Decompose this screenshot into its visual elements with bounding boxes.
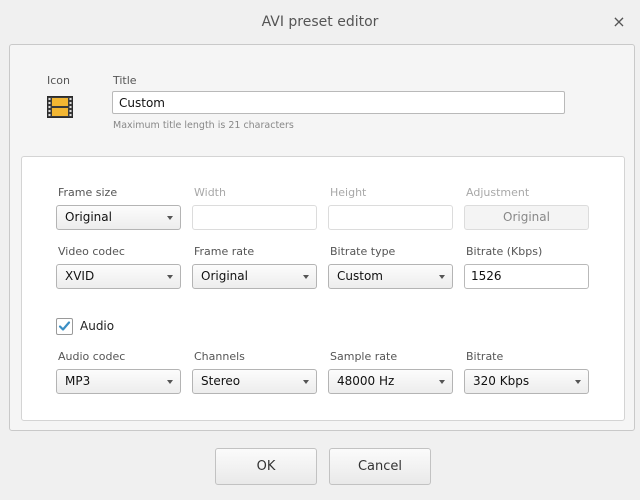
audio-bitrate-value: 320 Kbps xyxy=(473,374,530,388)
video-codec-select[interactable]: XVID xyxy=(56,264,181,289)
chevron-down-icon xyxy=(575,380,581,384)
avi-preset-editor-dialog: AVI preset editor × Icon Title Custom Ma… xyxy=(0,0,640,500)
bitrate-type-label: Bitrate type xyxy=(330,245,396,258)
audio-checkbox[interactable] xyxy=(56,318,73,335)
chevron-down-icon xyxy=(303,380,309,384)
chevron-down-icon xyxy=(167,380,173,384)
chevron-down-icon xyxy=(439,380,445,384)
bitrate-kbps-label: Bitrate (Kbps) xyxy=(466,245,543,258)
checkmark-icon xyxy=(58,321,71,331)
audio-bitrate-label: Bitrate xyxy=(466,350,504,363)
ok-button[interactable]: OK xyxy=(215,448,317,485)
sample-rate-select[interactable]: 48000 Hz xyxy=(328,369,453,394)
window-title: AVI preset editor xyxy=(261,14,379,30)
audio-bitrate-select[interactable]: 320 Kbps xyxy=(464,369,589,394)
width-label: Width xyxy=(194,186,226,199)
width-input[interactable] xyxy=(192,205,317,230)
adjustment-label: Adjustment xyxy=(466,186,530,199)
frame-size-select[interactable]: Original xyxy=(56,205,181,230)
icon-label: Icon xyxy=(47,74,70,87)
channels-value: Stereo xyxy=(201,374,241,388)
sample-rate-label: Sample rate xyxy=(330,350,398,363)
title-input[interactable]: Custom xyxy=(112,91,565,114)
audio-codec-label: Audio codec xyxy=(58,350,126,363)
frame-rate-value: Original xyxy=(201,269,248,283)
close-icon: × xyxy=(612,12,626,31)
cancel-button[interactable]: Cancel xyxy=(329,448,431,485)
frame-rate-select[interactable]: Original xyxy=(192,264,317,289)
bitrate-input[interactable]: 1526 xyxy=(464,264,589,289)
frame-size-label: Frame size xyxy=(58,186,118,199)
frame-rate-label: Frame rate xyxy=(194,245,255,258)
frame-size-value: Original xyxy=(65,210,112,224)
title-bar: AVI preset editor × xyxy=(0,0,640,44)
audio-checkbox-label[interactable]: Audio xyxy=(80,319,114,333)
sample-rate-value: 48000 Hz xyxy=(337,374,395,388)
bitrate-type-select[interactable]: Custom xyxy=(328,264,453,289)
video-codec-value: XVID xyxy=(65,269,95,283)
chevron-down-icon xyxy=(167,275,173,279)
height-input[interactable] xyxy=(328,205,453,230)
video-codec-label: Video codec xyxy=(58,245,125,258)
audio-codec-value: MP3 xyxy=(65,374,91,388)
channels-select[interactable]: Stereo xyxy=(192,369,317,394)
height-label: Height xyxy=(330,186,367,199)
adjustment-button[interactable]: Original xyxy=(464,205,589,230)
audio-codec-select[interactable]: MP3 xyxy=(56,369,181,394)
film-strip-icon[interactable] xyxy=(47,96,73,118)
chevron-down-icon xyxy=(303,275,309,279)
title-label: Title xyxy=(113,74,137,87)
title-hint: Maximum title length is 21 characters xyxy=(113,120,294,131)
chevron-down-icon xyxy=(439,275,445,279)
bitrate-type-value: Custom xyxy=(337,269,383,283)
chevron-down-icon xyxy=(167,216,173,220)
channels-label: Channels xyxy=(194,350,245,363)
close-button[interactable]: × xyxy=(612,14,626,30)
